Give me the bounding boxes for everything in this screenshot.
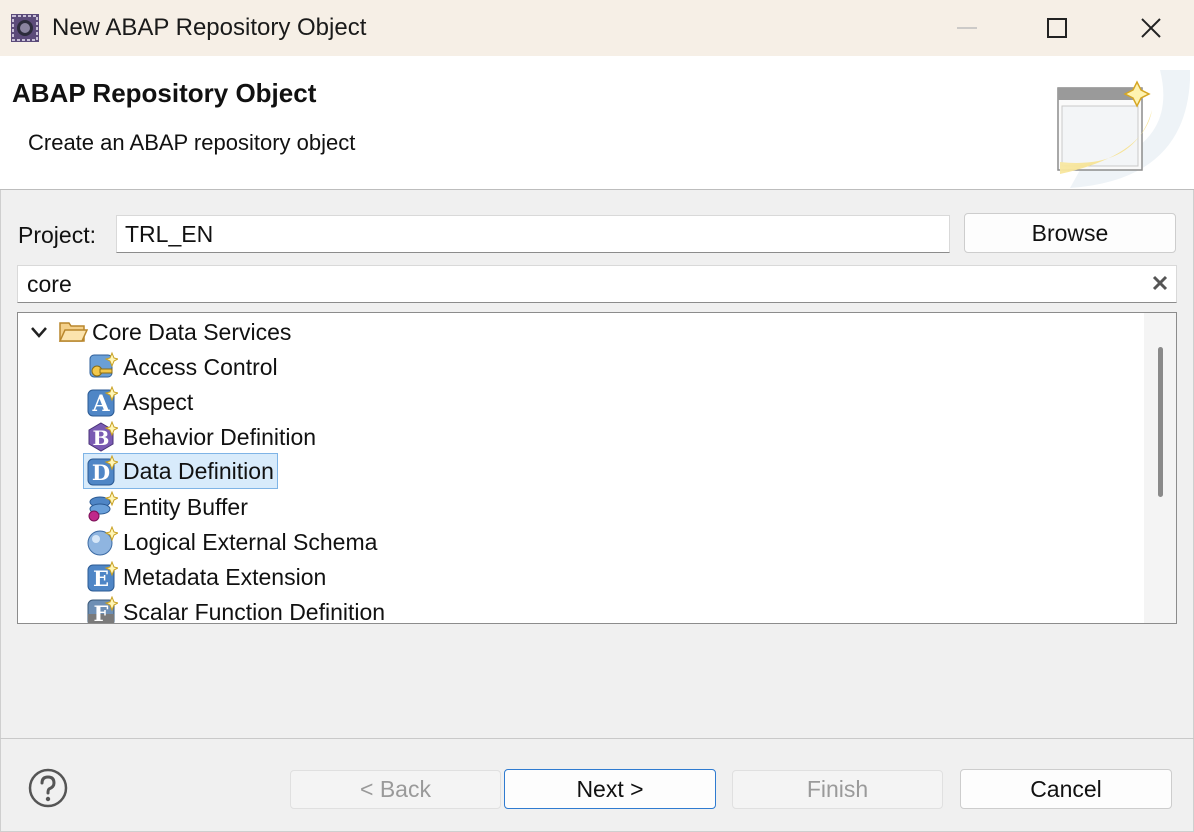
chevron-down-icon[interactable] [28, 321, 50, 343]
window-title: New ABAP Repository Object [52, 14, 367, 41]
tree-folder-label: Core Data Services [92, 319, 292, 345]
access-control-icon [89, 351, 118, 378]
tree-item-label: Entity Buffer [123, 494, 248, 520]
help-icon[interactable] [28, 768, 68, 808]
data-definition-icon: D [87, 455, 118, 486]
scalar-function-icon: F [87, 596, 118, 624]
wizard-title: ABAP Repository Object [12, 78, 317, 108]
project-label: Project: [18, 222, 96, 248]
tree-item-label: Access Control [123, 354, 278, 380]
cancel-button[interactable]: Cancel [960, 769, 1172, 809]
back-button[interactable]: < Back [290, 770, 501, 809]
svg-text:A: A [91, 391, 110, 417]
tree-item-label: Behavior Definition [123, 424, 317, 450]
tree-item-label: Data Definition [123, 458, 274, 484]
tree-item-entity-buffer[interactable]: Entity Buffer [86, 490, 248, 524]
tree-item-aspect[interactable]: A Aspect [86, 385, 193, 419]
aspect-icon: A [87, 386, 118, 417]
svg-text:E: E [93, 566, 109, 591]
tree-item-behavior-definition[interactable]: B Behavior Definition [86, 420, 316, 454]
svg-text:B: B [93, 426, 110, 450]
title-bar: New ABAP Repository Object [0, 0, 1194, 56]
close-icon [1141, 18, 1161, 38]
tree-item-label: Logical External Schema [123, 529, 378, 555]
new-wizard-banner-icon [1057, 70, 1190, 188]
tree-item-label: Aspect [123, 389, 194, 415]
close-button[interactable] [1104, 0, 1194, 56]
project-field-value: TRL_EN [125, 221, 214, 247]
filter-input-value: core [27, 271, 72, 297]
maximize-icon [1047, 18, 1067, 38]
project-field[interactable]: TRL_EN [116, 215, 950, 253]
svg-text:F: F [94, 601, 109, 624]
svg-text:D: D [92, 460, 110, 485]
metadata-extension-icon: E [87, 561, 118, 592]
maximize-button[interactable] [1010, 0, 1104, 56]
object-type-tree[interactable]: Core Data Services Access Control A Aspe… [17, 312, 1177, 624]
finish-button[interactable]: Finish [732, 770, 943, 809]
tree-item-data-definition[interactable]: D Data Definition [83, 453, 278, 489]
tree-scrollbar[interactable] [1144, 313, 1176, 623]
logical-external-schema-icon [87, 526, 118, 556]
folder-open-icon [58, 322, 88, 342]
scrollbar-thumb[interactable] [1158, 347, 1163, 497]
footer-divider [0, 738, 1194, 739]
entity-buffer-icon [88, 491, 118, 522]
tree-item-logical-external-schema[interactable]: Logical External Schema [86, 525, 377, 559]
tree-item-access-control[interactable]: Access Control [86, 350, 278, 384]
behavior-definition-icon: B [88, 421, 118, 452]
tree-item-label: Scalar Function Definition [123, 599, 386, 624]
minimize-button[interactable] [920, 0, 1014, 56]
browse-button[interactable]: Browse [964, 213, 1176, 253]
wizard-header: ABAP Repository Object Create an ABAP re… [0, 56, 1194, 190]
eclipse-app-icon [11, 14, 39, 42]
tree-item-metadata-extension[interactable]: E Metadata Extension [86, 560, 326, 594]
filter-input[interactable]: core [17, 265, 1177, 303]
clear-filter-icon[interactable] [1150, 273, 1170, 293]
tree-item-scalar-function-definition[interactable]: F Scalar Function Definition [86, 595, 386, 624]
tree-item-label: Metadata Extension [123, 564, 327, 590]
next-button[interactable]: Next > [504, 769, 716, 809]
wizard-description: Create an ABAP repository object [28, 130, 356, 155]
tree-folder-core-data-services[interactable]: Core Data Services [28, 315, 291, 349]
minimize-icon [957, 27, 977, 29]
